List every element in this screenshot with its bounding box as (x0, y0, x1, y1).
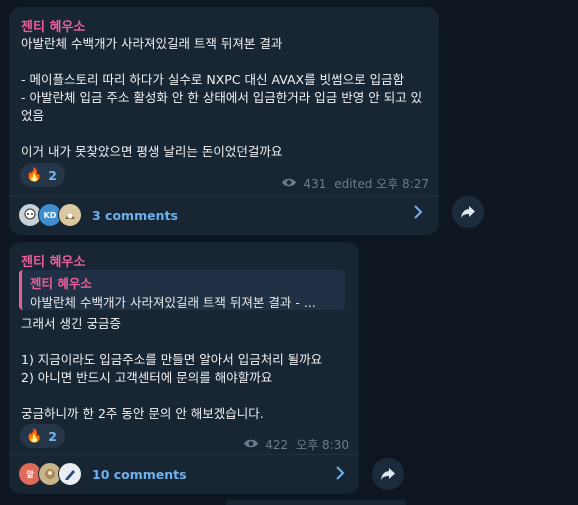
reply-text: 아발란체 수백개가 사라져있길래 트잭 뒤져본 결과 - ... (30, 295, 316, 310)
eye-icon (281, 177, 297, 191)
message-text: 아발란체 수백개가 사라져있길래 트잭 뒤져본 결과 - 메이플스토리 따리 하… (21, 36, 423, 159)
reaction-fire[interactable]: 🔥 2 (20, 163, 65, 187)
fire-emoji: 🔥 (26, 428, 43, 444)
view-count: 422 (265, 437, 289, 452)
message-author[interactable]: 젠티 혜우소 (21, 251, 85, 270)
reaction-fire[interactable]: 🔥 2 (20, 424, 65, 448)
share-button[interactable] (452, 196, 484, 228)
next-message-edge (226, 500, 406, 505)
comments-link[interactable]: 10 comments (92, 467, 187, 482)
share-icon (381, 468, 395, 480)
message-text: 그래서 생긴 궁금증 1) 지금이라도 입금주소를 만들면 알아서 입금처리 될… (21, 316, 323, 421)
eye-icon (243, 438, 259, 452)
comments-bar[interactable]: 앝 10 comments (9, 454, 359, 494)
fire-emoji: 🔥 (26, 167, 43, 183)
reaction-count: 2 (48, 428, 57, 444)
message-time: edited 오후 8:27 (334, 177, 429, 191)
comments-bar[interactable]: KD 3 comments (9, 195, 439, 235)
avatar (58, 462, 82, 486)
commenter-avatars: 앝 (18, 462, 84, 486)
share-button[interactable] (372, 458, 404, 490)
avatar (58, 203, 82, 227)
reply-author: 젠티 혜우소 (30, 276, 92, 291)
chevron-right-icon[interactable] (413, 203, 423, 224)
message-meta: 422 오후 8:30 (243, 436, 349, 453)
message-time: 오후 8:30 (296, 438, 349, 452)
message-bubble: 젠티 혜우소 젠티 혜우소 아발란체 수백개가 사라져있길래 트잭 뒤져본 결과… (9, 242, 359, 494)
reaction-count: 2 (48, 167, 57, 183)
view-count: 431 (303, 176, 327, 191)
message-bubble: 젠티 혜우소 아발란체 수백개가 사라져있길래 트잭 뒤져본 결과 - 메이플스… (9, 7, 439, 235)
commenter-avatars: KD (18, 203, 84, 227)
chevron-right-icon[interactable] (335, 464, 345, 485)
reply-quote[interactable]: 젠티 혜우소 아발란체 수백개가 사라져있길래 트잭 뒤져본 결과 - ... (19, 270, 345, 310)
message-meta: 431 edited 오후 8:27 (281, 175, 429, 192)
comments-link[interactable]: 3 comments (92, 208, 178, 223)
share-icon (461, 206, 475, 218)
message-author[interactable]: 젠티 혜우소 (21, 16, 85, 35)
